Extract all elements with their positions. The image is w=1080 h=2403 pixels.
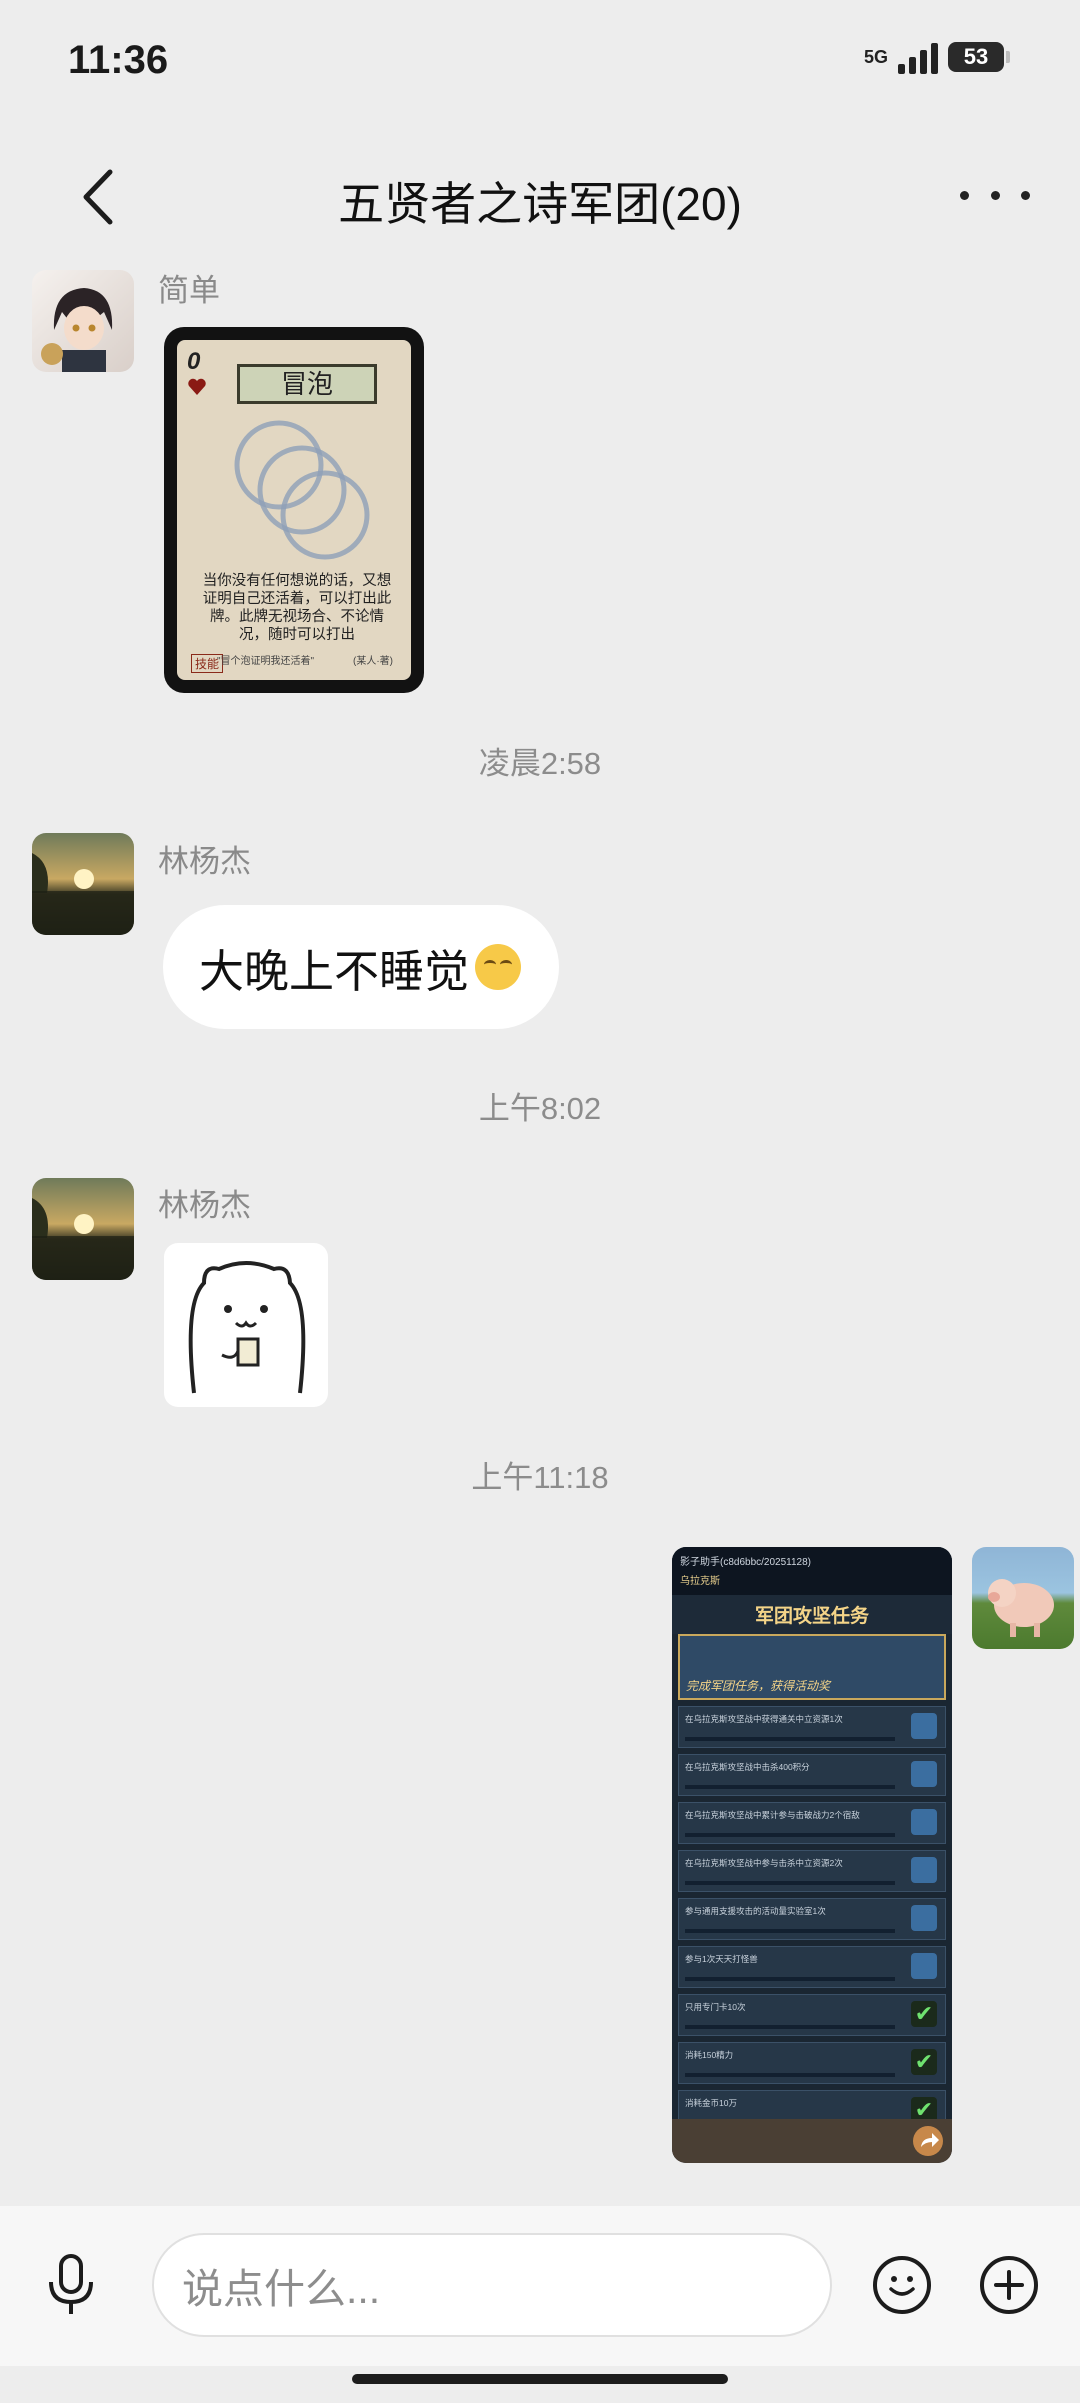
card-author: (某人·著) [353,656,393,667]
reward-icon [911,1713,937,1739]
bear-sticker-icon [188,1261,306,1394]
sunset-avatar-icon [32,1198,134,1280]
signal-icon [898,40,938,74]
input-placeholder: 说点什么... [182,2266,381,2312]
shot-task-progress [685,1737,895,1741]
my-avatar[interactable] [972,1547,1074,1649]
microphone-icon [49,2254,93,2314]
time-separator: 上午11:18 [471,1460,609,1495]
shot-player: 乌拉克斯 [680,1576,720,1587]
battery-level: 53 [963,44,989,69]
shot-task-text: 消耗150精力 [685,2050,734,2060]
voice-button[interactable] [44,2252,98,2318]
sunset-avatar-icon [32,853,134,935]
more-icon [960,190,969,200]
shot-task-text: 参与1次天天打怪兽 [685,1954,758,1964]
battery-icon: 53 [948,42,1010,72]
sender-name: 林杨杰 [158,844,251,879]
status-time: 11:36 [68,38,169,82]
bubbles-icon [234,420,370,560]
check-icon: ✔ [911,2049,937,2075]
shot-top-line: 影子助手(c8d6bbc/20251128) [680,1557,811,1568]
screenshot-image[interactable]: 影子助手(c8d6bbc/20251128) 乌拉克斯 军团攻坚任务 完成军团任… [672,1547,952,2163]
anime-avatar-icon [41,288,113,372]
shot-task-text: 在乌拉克斯攻坚战中获得通关中立资源1次 [685,1714,843,1724]
heart-icon [188,378,206,395]
shot-task-row: 在乌拉克斯攻坚战中参与击杀中立资源2次 [678,1850,946,1892]
shot-topbar: 影子助手(c8d6bbc/20251128) 乌拉克斯 [672,1547,952,1595]
card-face: 0 冒泡 当你没有任何想说的话，又想证明自己还活着，可以打出此牌。此牌无视场合、… [177,340,411,680]
reward-icon [911,1953,937,1979]
shot-task-text: 在乌拉克斯攻坚战中击杀400积分 [685,1762,810,1772]
reward-icon [911,1905,937,1931]
shot-task-progress [685,2073,895,2077]
time-separator: 凌晨2:58 [478,746,602,781]
plus-button[interactable] [980,2256,1038,2314]
shot-task-progress [685,1929,895,1933]
network-type: 5G [863,47,888,67]
avatar[interactable] [32,270,134,372]
home-indicator[interactable] [352,2374,728,2384]
check-icon: ✔ [911,2001,937,2027]
shot-task-row: 在乌拉克斯攻坚战中累计参与击破战力2个宿敌 [678,1802,946,1844]
shot-task-row: 在乌拉克斯攻坚战中击杀400积分 [678,1754,946,1796]
message-input[interactable]: 说点什么... [152,2233,832,2337]
shot-task-row: 参与通用支援攻击的活动量实验室1次 [678,1898,946,1940]
smiley-icon [889,2276,915,2296]
shot-task-text: 参与通用支援攻击的活动量实验室1次 [685,1906,826,1916]
sticker-image[interactable] [164,1243,328,1407]
time-separator: 上午8:02 [478,1091,602,1126]
shot-banner: 完成军团任务，获得活动奖 [678,1634,946,1700]
shot-task-progress [685,2025,895,2029]
shot-task-text: 在乌拉克斯攻坚战中累计参与击破战力2个宿敌 [685,1810,860,1820]
smirk-emoji-icon [475,944,522,990]
shot-task-progress [685,1977,895,1981]
sender-name: 林杨杰 [158,1188,251,1223]
shot-banner-text: 完成军团任务，获得活动奖 [686,1679,831,1693]
reward-icon [911,1761,937,1787]
shot-task-text: 消耗金币10万 [685,2098,737,2108]
message-bubble[interactable]: 大晚上不睡觉 [163,905,559,1029]
shot-task-row: 只用专门卡10次 ✔ [678,1994,946,2036]
shot-rows: 在乌拉克斯攻坚战中获得通关中立资源1次 在乌拉克斯攻坚战中击杀400积分在乌拉克斯… [672,1706,952,2132]
shot-task-row: 参与1次天天打怪兽 [678,1946,946,1988]
status-icons: 5G 53 [863,40,1010,74]
avatar[interactable] [32,1178,134,1280]
shot-task-text: 在乌拉克斯攻坚战中参与击杀中立资源2次 [685,1858,843,1868]
forward-icon [913,2126,943,2156]
emoji-button[interactable] [873,2256,931,2314]
message-text: 大晚上不睡觉 [199,945,470,997]
more-button[interactable] [960,180,1030,210]
plus-icon [994,2270,1024,2300]
card-title: 冒泡 [237,364,377,404]
shot-task-text: 只用专门卡10次 [685,2002,746,2012]
card-image[interactable]: 0 冒泡 当你没有任何想说的话，又想证明自己还活着，可以打出此牌。此牌无视场合、… [164,327,424,693]
shot-task-progress [685,1785,895,1789]
shot-task-progress [685,1833,895,1837]
shot-task-row: 在乌拉克斯攻坚战中获得通关中立资源1次 [678,1706,946,1748]
chat-title: 五贤者之诗军团(20) [338,178,742,230]
avatar[interactable] [32,833,134,935]
card-number: 0 [187,348,201,375]
shot-task-progress [685,1881,895,1885]
pig-avatar-icon [988,1579,1054,1637]
card-quote: "冒个泡证明我还活着" [217,656,315,667]
shot-bottom-nav [672,2119,952,2163]
shot-header: 军团攻坚任务 [672,1595,952,1634]
reward-icon [911,1857,937,1883]
reward-icon [911,1809,937,1835]
card-text: 当你没有任何想说的话，又想证明自己还活着，可以打出此牌。此牌无视场合、不论情况，… [202,573,392,643]
shot-task-row: 消耗150精力 ✔ [678,2042,946,2084]
sender-name: 简单 [158,273,220,308]
